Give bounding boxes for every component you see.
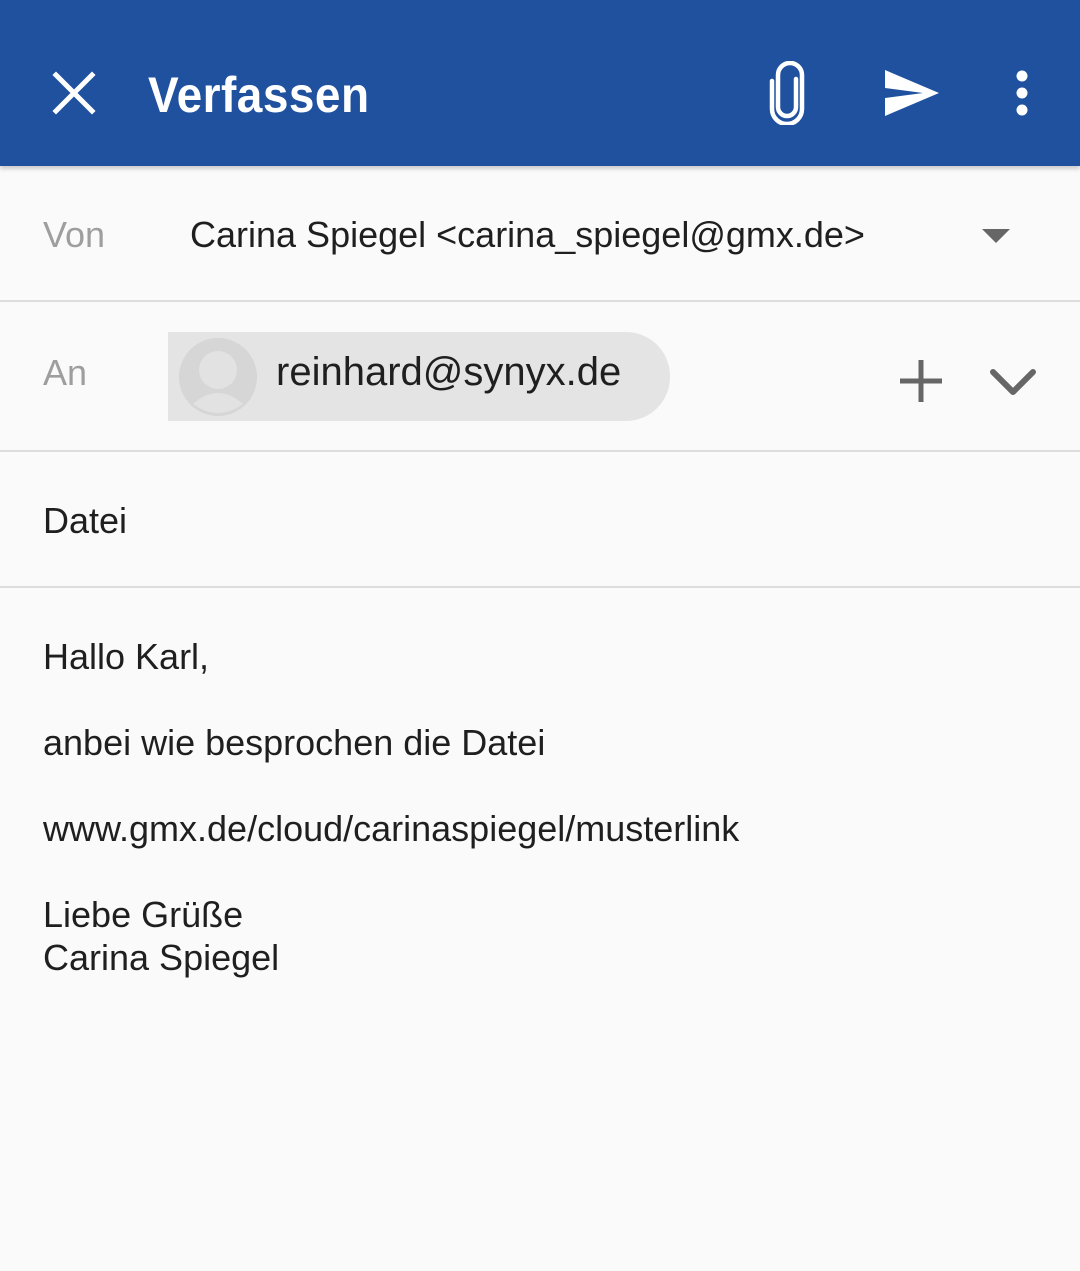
close-button[interactable] bbox=[34, 53, 114, 133]
dropdown-arrow-icon bbox=[982, 229, 1010, 243]
from-account-select[interactable]: Carina Spiegel <carina_spiegel@gmx.de> bbox=[190, 214, 865, 256]
message-body-field[interactable]: Hallo Karl, anbei wie besprochen die Dat… bbox=[0, 588, 1080, 1271]
plus-icon bbox=[900, 360, 942, 402]
from-row: Von Carina Spiegel <carina_spiegel@gmx.d… bbox=[0, 166, 1080, 302]
attach-button[interactable] bbox=[748, 53, 828, 133]
to-row: An reinhard@synyx.de bbox=[0, 302, 1080, 452]
send-button[interactable] bbox=[872, 53, 952, 133]
more-vert-icon bbox=[1016, 70, 1028, 116]
from-label: Von bbox=[43, 214, 106, 255]
paperclip-icon bbox=[769, 61, 805, 125]
body-signature: Carina Spiegel bbox=[43, 937, 280, 978]
subject-row: Datei bbox=[0, 452, 1080, 588]
more-options-button[interactable] bbox=[982, 53, 1062, 133]
body-link: www.gmx.de/cloud/carinaspiegel/musterlin… bbox=[43, 808, 740, 849]
subject-field[interactable]: Datei bbox=[43, 500, 1033, 542]
chevron-down-icon bbox=[990, 369, 1036, 395]
send-icon bbox=[885, 70, 939, 116]
to-label: An bbox=[43, 352, 88, 393]
avatar-placeholder-icon bbox=[179, 338, 257, 416]
page-title: Verfassen bbox=[148, 67, 370, 123]
close-icon bbox=[52, 71, 96, 115]
from-dropdown-button[interactable] bbox=[968, 218, 1024, 254]
recipient-address: reinhard@synyx.de bbox=[276, 350, 622, 394]
body-closing: Liebe Grüße bbox=[43, 894, 244, 935]
top-app-bar: Verfassen bbox=[0, 0, 1080, 166]
body-greeting: Hallo Karl, bbox=[43, 636, 210, 677]
body-text-line: anbei wie besprochen die Datei bbox=[43, 722, 546, 763]
expand-cc-bcc-button[interactable] bbox=[984, 354, 1042, 412]
avatar bbox=[179, 338, 257, 416]
recipient-chip[interactable]: reinhard@synyx.de bbox=[168, 332, 670, 421]
add-recipient-button[interactable] bbox=[890, 350, 952, 412]
